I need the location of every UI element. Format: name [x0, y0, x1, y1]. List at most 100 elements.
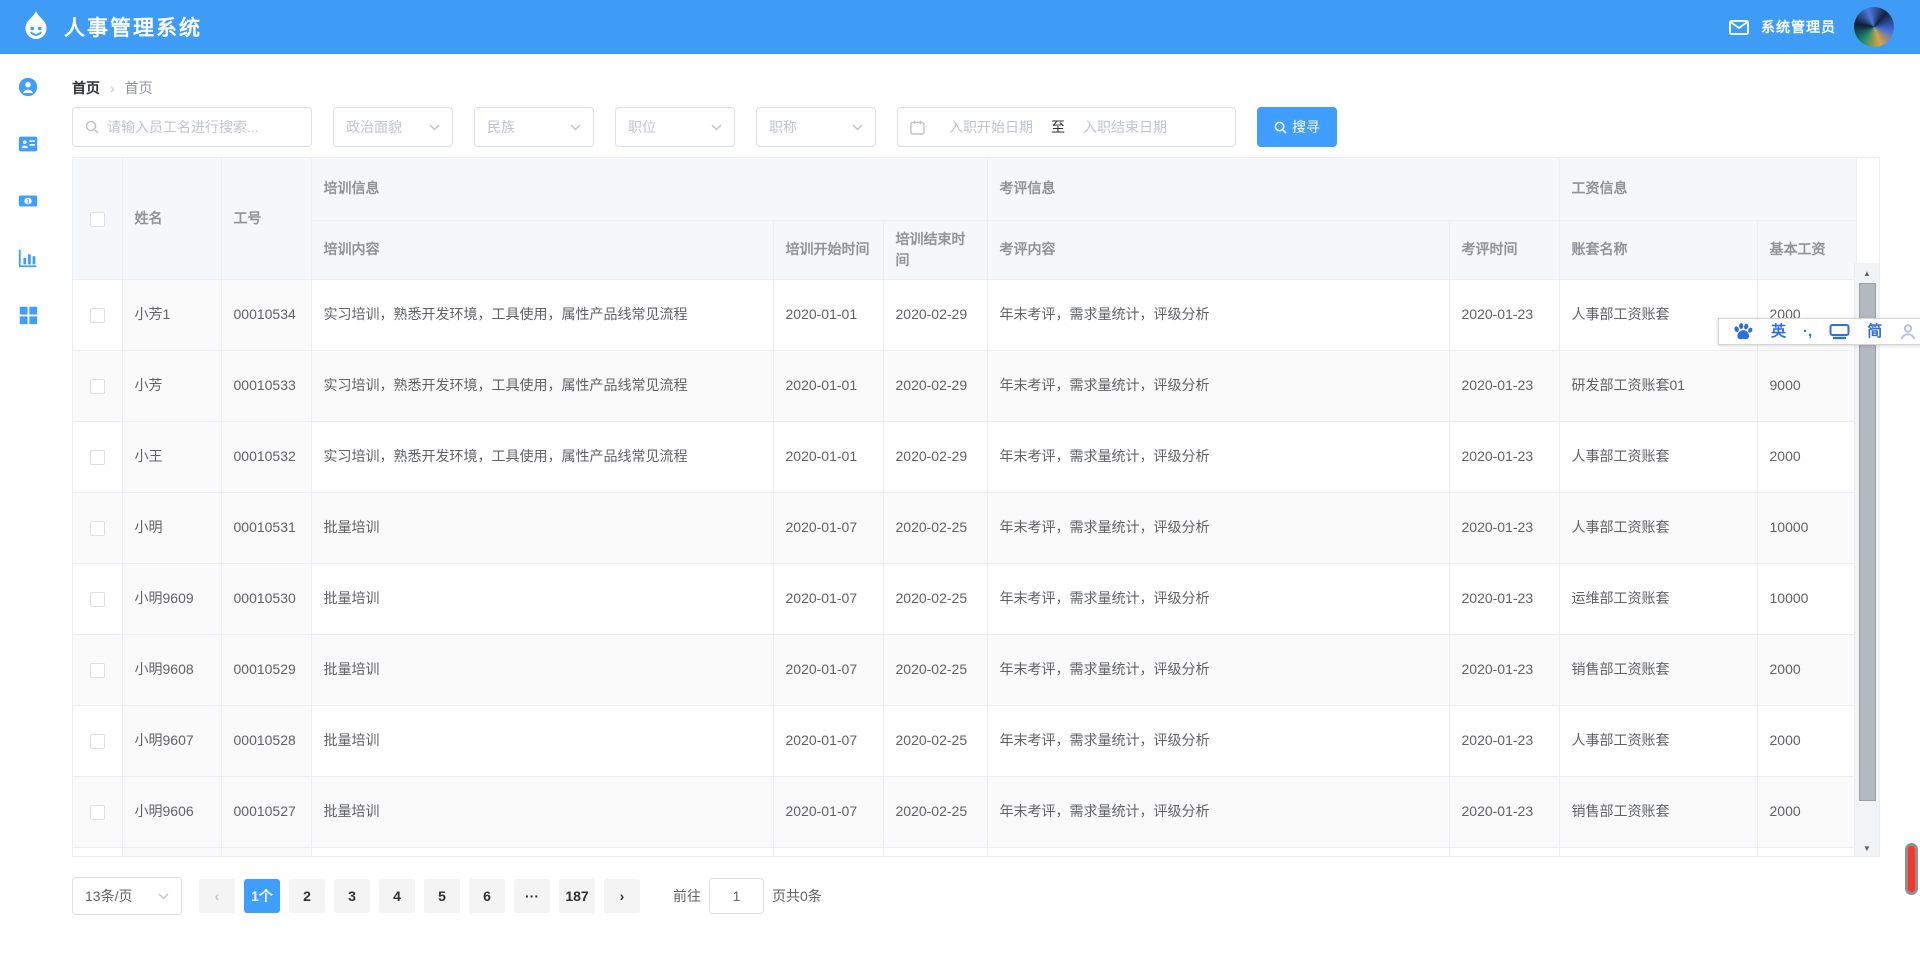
cell-employee-id: 00010534 [221, 279, 311, 350]
ime-skin-person-icon[interactable] [1899, 323, 1917, 341]
cell-review-time: 2020-01-23 [1449, 705, 1559, 776]
table-row[interactable]: 小明9608 00010529 批量培训 2020-01-07 2020-02-… [73, 634, 1856, 705]
scrollbar-thumb[interactable] [1859, 283, 1876, 801]
scrollbar-up-arrow-icon[interactable]: ▲ [1855, 263, 1879, 283]
cell-account-name: 人事部工资账套 [1559, 492, 1757, 563]
search-button[interactable]: 搜寻 [1257, 107, 1337, 147]
cell-review-time: 2020-01-23 [1449, 492, 1559, 563]
hire-end-date-placeholder[interactable]: 入职结束日期 [1083, 117, 1167, 137]
table-row[interactable]: 小明9606 00010527 批量培训 2020-01-07 2020-02-… [73, 776, 1856, 847]
row-checkbox[interactable] [90, 379, 105, 394]
page-button-2[interactable]: 2 [289, 879, 325, 913]
search-button-label: 搜寻 [1292, 117, 1320, 137]
table-row[interactable]: 小芳 00010533 实习培训，熟悉开发环境，工具使用，属性产品线常见流程 2… [73, 350, 1856, 421]
cell-review-content: 年末考评，需求量统计，评级分析 [987, 421, 1449, 492]
cell-account-name: 运维部工资账套 [1559, 563, 1757, 634]
ime-soft-keyboard-icon[interactable] [1829, 323, 1850, 340]
cell-training-end: 2020-02-25 [883, 634, 987, 705]
table-vertical-scrollbar[interactable]: ▲ ▼ [1854, 263, 1879, 857]
ethnicity-select[interactable]: 民族 [474, 107, 594, 147]
row-checkbox[interactable] [90, 308, 105, 323]
select-all-checkbox[interactable] [90, 212, 105, 227]
ime-baidu-paw-icon[interactable] [1732, 322, 1754, 341]
cell-base-salary: 10000 [1757, 492, 1856, 563]
table-row[interactable]: 小明9609 00010530 批量培训 2020-01-07 2020-02-… [73, 563, 1856, 634]
date-range-separator: 至 [1051, 117, 1065, 137]
breadcrumb-home[interactable]: 首页 [72, 78, 100, 98]
cell-base-salary: 9000 [1757, 350, 1856, 421]
cell-review-content: 年末考评，需求量统计，评级分析 [987, 634, 1449, 705]
group-header-salary: 工资信息 [1559, 158, 1856, 220]
scrollbar-down-arrow-icon[interactable]: ▼ [1855, 838, 1879, 857]
position-select[interactable]: 职位 [615, 107, 735, 147]
cell-review-content [987, 847, 1449, 857]
page-button-4[interactable]: 4 [379, 879, 415, 913]
page-button-6[interactable]: 6 [469, 879, 505, 913]
employee-search-input[interactable] [107, 119, 299, 135]
current-user-name[interactable]: 系统管理员 [1761, 17, 1836, 37]
user-profile-icon[interactable] [17, 76, 39, 98]
row-checkbox[interactable] [90, 805, 105, 820]
cell-training-content: 批量培训 [311, 634, 773, 705]
cell-training-end: 2020-02-25 [883, 563, 987, 634]
row-checkbox[interactable] [90, 663, 105, 678]
next-page-button[interactable]: › [604, 879, 640, 913]
row-checkbox[interactable] [90, 521, 105, 536]
table-row[interactable]: 小芳1 00010534 实习培训，熟悉开发环境，工具使用，属性产品线常见流程 … [73, 279, 1856, 350]
page-scrollbar-red-thumb[interactable] [1905, 843, 1918, 895]
statistics-chart-icon[interactable] [17, 247, 39, 269]
table-row-partial[interactable]: 00010526 [73, 847, 1856, 857]
app-title: 人事管理系统 [64, 12, 202, 42]
row-checkbox[interactable] [90, 450, 105, 465]
cell-training-end: 2020-02-25 [883, 705, 987, 776]
user-avatar[interactable] [1854, 7, 1894, 47]
cell-review-content: 年末考评，需求量统计，评级分析 [987, 563, 1449, 634]
salary-money-icon[interactable]: 1 [17, 190, 39, 212]
cell-training-start [773, 847, 883, 857]
page-button-3[interactable]: 3 [334, 879, 370, 913]
hire-start-date-placeholder[interactable]: 入职开始日期 [949, 117, 1033, 137]
breadcrumb-current[interactable]: 首页 [125, 78, 153, 98]
table-row[interactable]: 小明9607 00010528 批量培训 2020-01-07 2020-02-… [73, 705, 1856, 776]
ime-punctuation-button[interactable]: ·, [1803, 324, 1812, 339]
apps-grid-icon[interactable] [17, 304, 39, 326]
cell-training-start: 2020-01-07 [773, 634, 883, 705]
cell-training-end: 2020-02-25 [883, 492, 987, 563]
goto-page-input[interactable] [709, 878, 764, 914]
sidebar-nav: 1 [0, 54, 55, 969]
mail-icon[interactable] [1729, 20, 1749, 35]
row-checkbox[interactable] [90, 734, 105, 749]
page-button-1[interactable]: 1个 [244, 879, 280, 913]
ime-english-mode-button[interactable]: 英 [1771, 324, 1786, 339]
group-header-training: 培训信息 [311, 158, 987, 220]
column-header-training-start: 培训开始时间 [773, 220, 883, 279]
cell-account-name: 销售部工资账套 [1559, 634, 1757, 705]
cell-base-salary: 2000 [1757, 421, 1856, 492]
hire-date-range-picker[interactable]: 入职开始日期 至 入职结束日期 [897, 107, 1236, 147]
page-size-select[interactable]: 13条/页 [72, 877, 182, 915]
cell-employee-id: 00010529 [221, 634, 311, 705]
cell-training-content: 实习培训，熟悉开发环境，工具使用，属性产品线常见流程 [311, 350, 773, 421]
more-pages-button[interactable]: ··· [514, 879, 550, 913]
cell-review-content: 年末考评，需求量统计，评级分析 [987, 492, 1449, 563]
column-header-training-content: 培训内容 [311, 220, 773, 279]
pagination-bar: 13条/页 ‹ 1个 2 3 4 5 6 ··· 187 › 前往 页共0条 [72, 877, 1920, 915]
prev-page-button[interactable]: ‹ [199, 879, 235, 913]
cell-training-end: 2020-02-29 [883, 350, 987, 421]
ime-simplified-button[interactable]: 简 [1867, 324, 1882, 339]
calendar-icon [910, 120, 925, 135]
breadcrumb-separator-icon: › [110, 80, 115, 96]
chevron-down-icon [711, 124, 722, 131]
page-button-last[interactable]: 187 [559, 879, 595, 913]
page-button-5[interactable]: 5 [424, 879, 460, 913]
cell-base-salary: 2000 [1757, 634, 1856, 705]
row-checkbox[interactable] [90, 592, 105, 607]
cell-training-end: 2020-02-29 [883, 421, 987, 492]
title-select[interactable]: 职称 [756, 107, 876, 147]
political-status-select[interactable]: 政治面貌 [333, 107, 453, 147]
table-row[interactable]: 小明 00010531 批量培训 2020-01-07 2020-02-25 年… [73, 492, 1856, 563]
table-row[interactable]: 小王 00010532 实习培训，熟悉开发环境，工具使用，属性产品线常见流程 2… [73, 421, 1856, 492]
employee-card-icon[interactable] [17, 133, 39, 155]
cell-training-content [311, 847, 773, 857]
app-logo-droplet-icon [18, 9, 54, 45]
